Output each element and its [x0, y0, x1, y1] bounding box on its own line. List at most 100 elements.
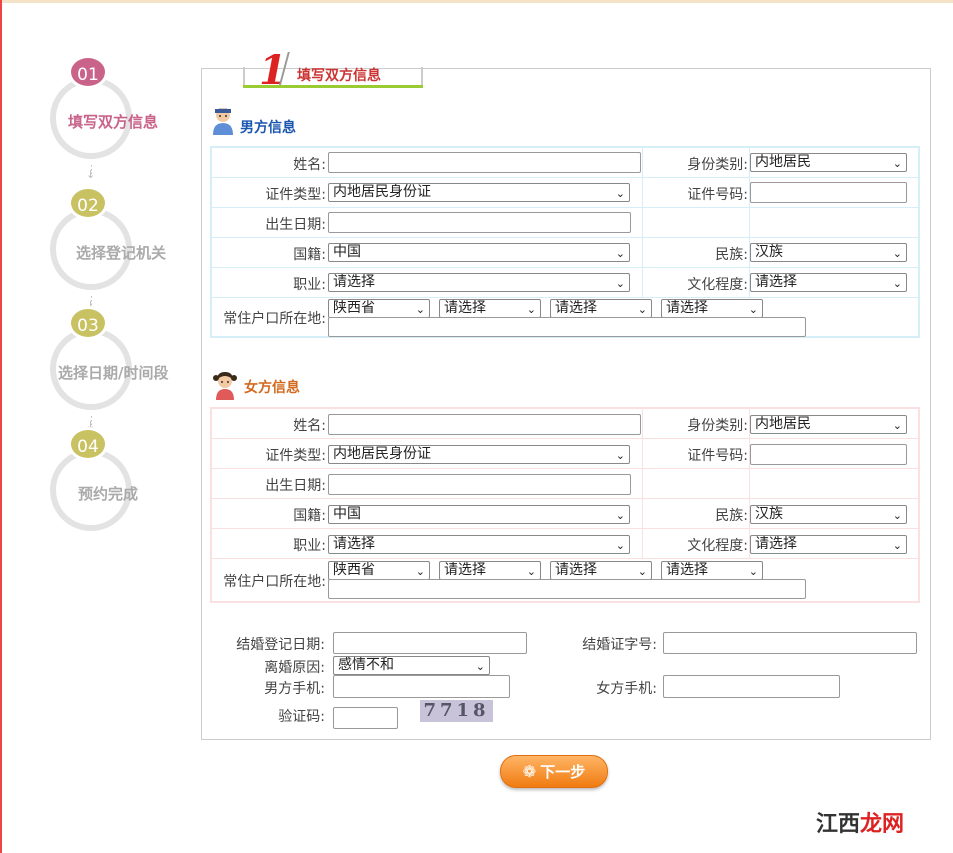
male-doc-type-select[interactable]: 内地居民身份证 ⌄ [328, 183, 630, 202]
female-id-category-select[interactable]: 内地居民 ⌄ [750, 415, 907, 434]
chevron-down-icon: ⌄ [415, 303, 425, 316]
male-phone-label: 男方手机: [264, 681, 325, 697]
chevron-down-icon: ⌄ [615, 187, 625, 200]
form-row: 国籍: 中国 ⌄ 民族: 汉族 ⌄ [212, 499, 918, 529]
select-value: 请选择 [666, 300, 708, 316]
name-label: 姓名: [293, 418, 326, 434]
divider [749, 208, 750, 238]
female-address-input[interactable] [328, 579, 806, 599]
id-category-label: 身份类别: [687, 418, 748, 434]
form-row: 常住户口所在地: 陕西省 ⌄ 请选择 ⌄ 请选择 ⌄ 请选择 ⌄ [212, 559, 918, 601]
select-value: 内地居民身份证 [333, 184, 431, 200]
select-value: 请选择 [755, 274, 797, 290]
female-nationality-select[interactable]: 中国 ⌄ [328, 505, 630, 524]
select-value: 陕西省 [333, 300, 375, 316]
captcha-input[interactable] [333, 707, 398, 729]
male-town-select[interactable]: 请选择 ⌄ [661, 299, 763, 318]
captcha-image[interactable]: 7718 [420, 700, 493, 722]
marriage-date-label: 结婚登记日期: [236, 637, 325, 653]
select-value: 请选择 [333, 274, 375, 290]
male-education-select[interactable]: 请选择 ⌄ [750, 273, 907, 292]
chevron-down-icon: ⌄ [892, 277, 902, 290]
male-doc-no-input[interactable] [750, 182, 907, 203]
next-step-label: 下一步 [540, 763, 586, 781]
female-district-select[interactable]: 请选择 ⌄ [550, 561, 652, 580]
female-form: 姓名: 身份类别: 内地居民 ⌄ 证件类型: 内地居民身份证 ⌄ 证件号码: 出生日… [210, 407, 920, 603]
female-name-input[interactable] [328, 414, 641, 435]
female-education-select[interactable]: 请选择 ⌄ [750, 535, 907, 554]
male-name-input[interactable] [328, 152, 641, 173]
female-doc-type-select[interactable]: 内地居民身份证 ⌄ [328, 445, 630, 464]
select-value: 陕西省 [333, 562, 375, 578]
job-label: 职业: [293, 538, 326, 554]
divorce-reason-label: 离婚原因: [264, 660, 325, 676]
female-phone-input[interactable] [663, 675, 840, 698]
female-job-select[interactable]: 请选择 ⌄ [328, 535, 630, 554]
site-watermark-logo: 江西龙网 [816, 806, 904, 838]
male-address-input[interactable] [328, 317, 806, 337]
male-ethnicity-select[interactable]: 汉族 ⌄ [750, 243, 907, 262]
select-value: 汉族 [755, 244, 783, 260]
chevron-down-icon: ⌄ [615, 247, 625, 260]
female-province-select[interactable]: 陕西省 ⌄ [328, 561, 430, 580]
residence-label: 常住户口所在地: [223, 311, 326, 327]
male-section-title: 男方信息 [240, 120, 296, 136]
form-row: 常住户口所在地: 陕西省 ⌄ 请选择 ⌄ 请选择 ⌄ 请选择 ⌄ [212, 298, 918, 338]
male-phone-input[interactable] [333, 675, 510, 698]
job-label: 职业: [293, 277, 326, 293]
female-city-select[interactable]: 请选择 ⌄ [439, 561, 541, 580]
select-value: 请选择 [444, 562, 486, 578]
left-red-border [0, 0, 2, 853]
select-value: 请选择 [555, 300, 597, 316]
chevron-down-icon: ⌄ [615, 509, 625, 522]
divorce-reason-select[interactable]: 感情不和 ⌄ [333, 656, 490, 675]
male-district-select[interactable]: 请选择 ⌄ [550, 299, 652, 318]
form-row: 职业: 请选择 ⌄ 文化程度: 请选择 ⌄ [212, 529, 918, 559]
watermark-part-b: 龙网 [860, 812, 905, 837]
chevron-down-icon: ⌄ [892, 419, 902, 432]
next-step-button[interactable]: ❁ 下一步 [500, 755, 608, 788]
watermark-part-a: 江西 [816, 812, 861, 837]
tab-right-edge [421, 67, 423, 87]
step-label: 预约完成 [78, 485, 139, 503]
male-nationality-select[interactable]: 中国 ⌄ [328, 243, 630, 262]
chevron-down-icon: ⌄ [637, 565, 647, 578]
female-avatar-icon [213, 372, 237, 400]
select-value: 请选择 [333, 536, 375, 552]
marriage-date-input[interactable] [333, 632, 527, 654]
female-town-select[interactable]: 请选择 ⌄ [661, 561, 763, 580]
male-province-select[interactable]: 陕西省 ⌄ [328, 299, 430, 318]
ethnicity-label: 民族: [715, 508, 748, 524]
chevron-down-icon: ⌄ [892, 247, 902, 260]
chevron-down-icon: ⌄ [748, 303, 758, 316]
captcha-label: 验证码: [278, 709, 325, 725]
step-number: 03 [68, 306, 108, 340]
top-accent-bar [0, 0, 953, 3]
doc-no-label: 证件号码: [687, 448, 748, 464]
chevron-down-icon: ⌄ [892, 157, 902, 170]
chevron-down-icon: ⌄ [415, 565, 425, 578]
male-job-select[interactable]: 请选择 ⌄ [328, 273, 630, 292]
female-birth-input[interactable] [328, 474, 631, 495]
doc-type-label: 证件类型: [265, 448, 326, 464]
marriage-cert-input[interactable] [663, 632, 917, 654]
male-city-select[interactable]: 请选择 ⌄ [439, 299, 541, 318]
female-doc-no-input[interactable] [750, 444, 907, 465]
tab-title: 填写双方信息 [297, 68, 381, 84]
education-label: 文化程度: [687, 538, 748, 554]
chevron-down-icon: ⌄ [526, 303, 536, 316]
male-id-category-select[interactable]: 内地居民 ⌄ [750, 153, 907, 172]
ethnicity-label: 民族: [715, 247, 748, 263]
marriage-cert-label: 结婚证字号: [582, 637, 657, 653]
form-row: 证件类型: 内地居民身份证 ⌄ 证件号码: [212, 439, 918, 469]
male-birth-input[interactable] [328, 212, 631, 233]
female-ethnicity-select[interactable]: 汉族 ⌄ [750, 505, 907, 524]
step-number: 04 [68, 427, 108, 461]
nationality-label: 国籍: [293, 247, 326, 263]
select-value: 中国 [333, 506, 361, 522]
divider [642, 208, 643, 238]
chevron-down-icon: ⌄ [475, 660, 485, 673]
chevron-down-icon: ⌄ [615, 277, 625, 290]
chevron-down-icon: ⌄ [892, 509, 902, 522]
male-form: 姓名: 身份类别: 内地居民 ⌄ 证件类型: 内地居民身份证 ⌄ 证件号码: 出生日… [210, 146, 920, 338]
